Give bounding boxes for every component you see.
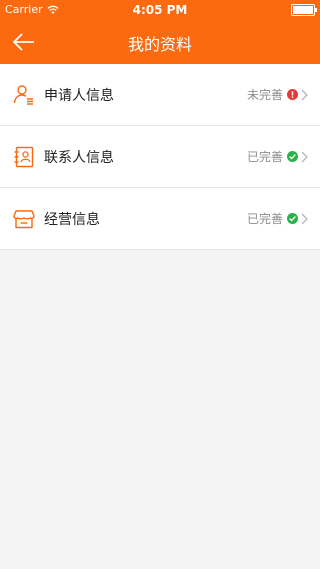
warning-icon — [287, 89, 298, 100]
row-status: 未完善 — [246, 88, 283, 102]
profile-list: 申请人信息 未完善 联系人信息 已完善 经营信息 已完善 — [0, 64, 320, 250]
row-status-group: 未完善 — [247, 86, 308, 103]
chevron-right-icon — [301, 89, 308, 100]
chevron-right-icon — [301, 213, 308, 224]
list-item-business[interactable]: 经营信息 已完善 — [0, 188, 320, 250]
row-status-group: 已完善 — [247, 210, 308, 227]
status-bar: Carrier 4:05 PM — [0, 0, 320, 20]
page-title: 我的资料 — [127, 35, 192, 54]
list-item-applicant[interactable]: 申请人信息 未完善 — [0, 64, 320, 126]
status-right — [291, 4, 317, 16]
check-icon — [287, 151, 298, 162]
row-label: 联系人信息 — [44, 149, 114, 166]
header: Carrier 4:05 PM 我的资料 — [0, 0, 320, 64]
row-status: 已完善 — [246, 212, 283, 226]
contact-book-icon — [14, 146, 34, 167]
row-label: 申请人信息 — [44, 87, 114, 104]
check-icon — [287, 213, 298, 224]
battery-icon — [291, 4, 317, 16]
user-list-icon — [13, 84, 33, 105]
row-status: 已完善 — [246, 150, 283, 164]
chevron-right-icon — [301, 151, 308, 162]
list-item-contact[interactable]: 联系人信息 已完善 — [0, 126, 320, 188]
row-label: 经营信息 — [44, 211, 100, 228]
nav-bar: 我的资料 — [0, 20, 320, 64]
store-icon — [13, 209, 35, 228]
row-status-group: 已完善 — [247, 148, 308, 165]
status-time: 4:05 PM — [132, 3, 188, 17]
